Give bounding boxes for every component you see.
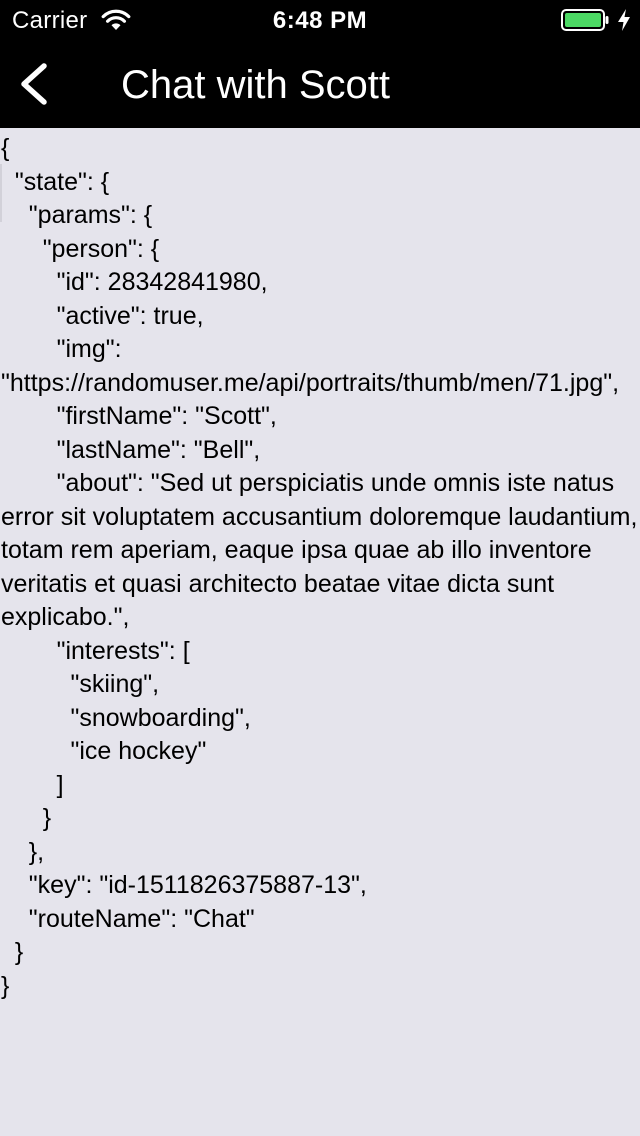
status-bar: Carrier 6:48 PM [0,0,640,40]
lightning-bolt-icon [618,9,630,31]
clock: 6:48 PM [272,7,368,34]
page-title: Chat with Scott [121,63,391,107]
state-json-text: { "state": { "params": { "person": { "id… [1,134,638,1000]
chevron-left-icon [21,63,47,105]
navigation-bar: Chat with Scott [0,40,640,128]
battery-icon [561,9,609,31]
json-debug-view[interactable]: { "state": { "params": { "person": { "id… [0,128,640,1136]
battery-fill [565,13,601,27]
back-button[interactable] [14,60,54,108]
scroll-indicator [0,164,2,222]
